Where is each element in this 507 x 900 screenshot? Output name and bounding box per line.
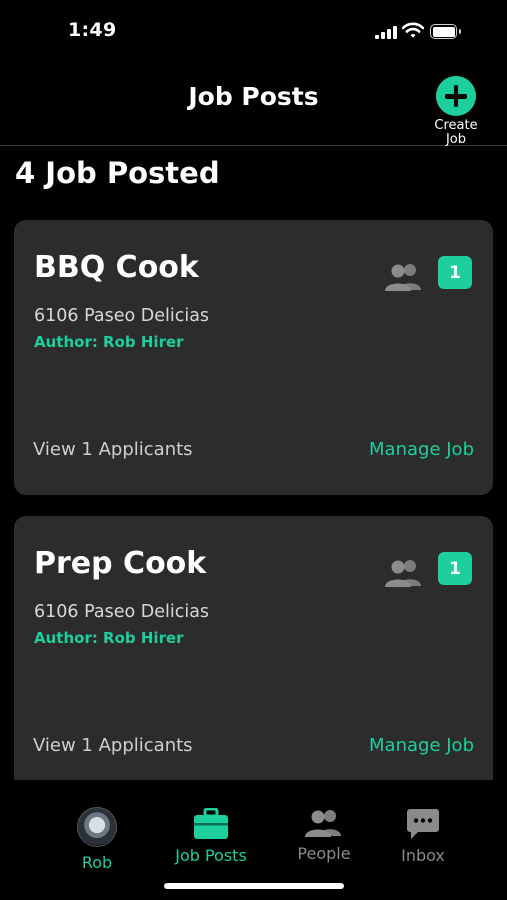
nav-label: Job Posts — [175, 846, 247, 865]
briefcase-icon — [194, 808, 228, 839]
status-time: 1:49 — [68, 19, 117, 41]
nav-label: Rob — [81, 853, 113, 872]
create-job-button[interactable]: Create Job — [430, 76, 482, 147]
people-icon — [385, 264, 421, 291]
header: Job Posts Create Job — [0, 64, 507, 147]
home-indicator[interactable] — [164, 883, 344, 889]
avatar — [77, 807, 117, 847]
job-title: BBQ Cook — [34, 250, 199, 285]
nav-label: People — [297, 844, 351, 863]
nav-item-profile[interactable]: Rob — [68, 780, 126, 872]
nav-item-people[interactable]: People — [291, 780, 357, 863]
wifi-icon — [402, 22, 424, 38]
view-applicants-link[interactable]: View 1 Applicants — [33, 439, 193, 460]
view-applicants-link[interactable]: View 1 Applicants — [33, 735, 193, 756]
people-icon — [305, 810, 341, 837]
nav-item-inbox[interactable]: Inbox — [393, 780, 453, 865]
applicant-count-badge: 1 — [438, 256, 472, 289]
status-bar: 1:49 — [0, 0, 507, 64]
manage-job-link[interactable]: Manage Job — [369, 735, 474, 756]
bottom-nav: Rob Job Posts People Inbox — [0, 780, 507, 900]
manage-job-link[interactable]: Manage Job — [369, 439, 474, 460]
nav-item-job-posts[interactable]: Job Posts — [166, 780, 256, 865]
job-address: 6106 Paseo Delicias — [34, 602, 210, 622]
chat-icon — [407, 809, 439, 839]
applicant-count-badge: 1 — [438, 552, 472, 585]
job-card[interactable]: Prep Cook 1 6106 Paseo Delicias Author: … — [14, 516, 493, 791]
job-card[interactable]: BBQ Cook 1 6106 Paseo Delicias Author: R… — [14, 220, 493, 495]
create-job-label: Create Job — [434, 118, 478, 147]
job-author: Author: Rob Hirer — [34, 629, 184, 647]
job-address: 6106 Paseo Delicias — [34, 306, 210, 326]
nav-label: Inbox — [401, 846, 445, 865]
signal-icon — [375, 26, 397, 39]
job-author: Author: Rob Hirer — [34, 333, 184, 351]
plus-icon — [436, 76, 476, 116]
battery-icon — [430, 24, 461, 39]
job-title: Prep Cook — [34, 546, 207, 581]
jobs-count-heading: 4 Job Posted — [15, 156, 220, 190]
people-icon — [385, 560, 421, 587]
